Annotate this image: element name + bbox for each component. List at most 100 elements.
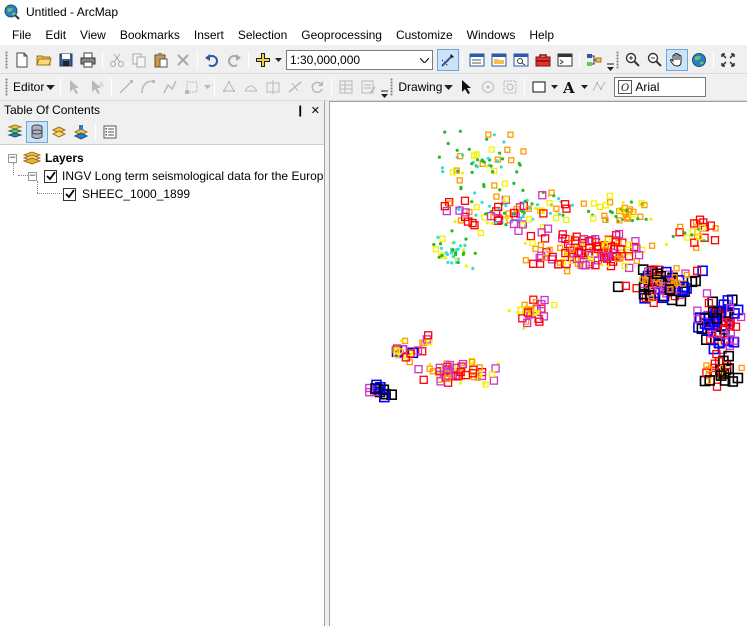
pan-button[interactable]	[666, 49, 688, 71]
split-tool-button[interactable]	[284, 76, 306, 98]
toc-window-icon	[469, 53, 485, 67]
collapse-toggle[interactable]: −	[8, 153, 17, 163]
tree-row-layers[interactable]: − Layers	[8, 149, 84, 167]
full-extent-button[interactable]	[688, 49, 710, 71]
list-by-selection-button[interactable]	[70, 121, 92, 143]
add-data-dropdown[interactable]	[274, 49, 282, 71]
drawing-menu-button[interactable]: Drawing	[396, 76, 455, 98]
seismic-event-symbol	[512, 181, 516, 185]
model-builder-button[interactable]	[583, 49, 605, 71]
toolbar-separator	[331, 78, 333, 96]
reshape-feature-button[interactable]	[240, 76, 262, 98]
pan-hand-icon	[669, 52, 682, 67]
open-folder-icon	[36, 55, 52, 66]
seismic-event-symbol	[684, 234, 691, 241]
editor-toolbar-button[interactable]	[437, 49, 459, 71]
menu-selection[interactable]: Selection	[231, 24, 294, 46]
close-icon[interactable]: ✕	[311, 104, 320, 117]
editor-menu-button[interactable]: Editor	[11, 76, 57, 98]
point-tool-button[interactable]	[181, 76, 203, 98]
open-button[interactable]	[33, 49, 55, 71]
paste-button[interactable]	[150, 49, 172, 71]
seismic-event-symbol	[523, 241, 527, 245]
toc-options-button[interactable]	[99, 121, 121, 143]
scale-dropdown-button[interactable]	[416, 51, 432, 69]
list-by-visibility-button[interactable]	[48, 121, 70, 143]
toolbar-separator	[102, 51, 103, 69]
python-window-button[interactable]	[554, 49, 576, 71]
segment-tools-dropdown[interactable]	[203, 76, 211, 98]
menu-bookmarks[interactable]: Bookmarks	[113, 24, 187, 46]
print-button[interactable]	[77, 49, 99, 71]
map-scale-input[interactable]	[287, 52, 416, 68]
seismic-event-symbol	[454, 257, 458, 261]
shape-tools-dropdown[interactable]	[550, 76, 558, 98]
rotate-tool-button[interactable]	[306, 76, 328, 98]
edit-annotation-tool-button[interactable]: A	[86, 76, 108, 98]
edit-vertices-drawing-button[interactable]	[588, 76, 610, 98]
menu-file[interactable]: File	[0, 24, 38, 46]
menu-edit[interactable]: Edit	[38, 24, 73, 46]
text-tools-dropdown[interactable]	[580, 76, 588, 98]
delete-button[interactable]	[172, 49, 194, 71]
save-button[interactable]	[55, 49, 77, 71]
sketch-properties-button[interactable]	[357, 76, 379, 98]
edit-tool-button[interactable]	[64, 76, 86, 98]
seismic-event-symbol	[671, 234, 675, 238]
seismic-event-symbol	[518, 217, 522, 221]
toolbar-overflow-button[interactable]	[379, 76, 389, 98]
rotate-element-button[interactable]	[477, 76, 499, 98]
list-by-source-button[interactable]	[26, 120, 48, 143]
text-tool-button[interactable]: A	[558, 76, 580, 98]
edit-vertices-button[interactable]	[218, 76, 240, 98]
tree-row-sheec-layer[interactable]: SHEEC_1000_1899	[63, 185, 190, 203]
tree-row-group-layer[interactable]: − INGV Long term seismological data for …	[28, 167, 323, 185]
catalog-window-button[interactable]	[488, 49, 510, 71]
new-document-button[interactable]	[11, 49, 33, 71]
seismic-event-symbol	[493, 193, 500, 200]
edit-vertices-drawing-icon	[592, 81, 606, 92]
layer-visibility-checkbox[interactable]	[63, 187, 76, 201]
seismic-event-symbol	[614, 214, 618, 219]
menu-view[interactable]: View	[73, 24, 113, 46]
copy-button[interactable]	[128, 49, 150, 71]
select-elements-button[interactable]	[455, 76, 477, 98]
zoom-to-selected-elements-button[interactable]	[499, 76, 521, 98]
map-scale-combo[interactable]	[286, 50, 433, 70]
add-data-button[interactable]	[252, 49, 274, 71]
seismic-event-symbol	[551, 301, 558, 309]
layer-visibility-checkbox[interactable]	[44, 169, 57, 183]
trace-button[interactable]	[159, 76, 181, 98]
search-window-button[interactable]	[510, 49, 532, 71]
arctoolbox-button[interactable]	[532, 49, 554, 71]
endpoint-arc-button[interactable]	[137, 76, 159, 98]
menu-windows[interactable]: Windows	[460, 24, 523, 46]
menu-insert[interactable]: Insert	[187, 24, 231, 46]
map-display[interactable]	[329, 101, 747, 626]
font-name-value: Arial	[635, 80, 660, 94]
cut-polygons-button[interactable]	[262, 76, 284, 98]
menu-customize[interactable]: Customize	[389, 24, 460, 46]
zoom-out-button[interactable]	[644, 49, 666, 71]
seismic-events-map[interactable]	[330, 102, 747, 626]
toolbar-grip[interactable]	[616, 51, 619, 69]
toc-window-button[interactable]	[466, 49, 488, 71]
redo-button[interactable]	[223, 49, 245, 71]
collapse-toggle[interactable]: −	[28, 171, 37, 181]
menu-help[interactable]: Help	[522, 24, 561, 46]
rectangle-tool-button[interactable]	[528, 76, 550, 98]
toolbar-grip[interactable]	[5, 51, 8, 69]
toolbar-grip[interactable]	[5, 78, 8, 96]
pin-icon[interactable]: ❙	[296, 104, 305, 117]
undo-button[interactable]	[201, 49, 223, 71]
list-by-drawing-order-button[interactable]	[4, 121, 26, 143]
cut-button[interactable]	[106, 49, 128, 71]
attributes-button[interactable]	[335, 76, 357, 98]
toolbar-overflow-button[interactable]	[605, 49, 615, 71]
straight-segment-button[interactable]	[115, 76, 137, 98]
toolbar-grip[interactable]	[390, 78, 394, 96]
menu-geoprocessing[interactable]: Geoprocessing	[294, 24, 389, 46]
fixed-zoom-in-button[interactable]	[717, 49, 739, 71]
zoom-in-button[interactable]	[622, 49, 644, 71]
font-combo[interactable]: O Arial	[614, 77, 707, 97]
